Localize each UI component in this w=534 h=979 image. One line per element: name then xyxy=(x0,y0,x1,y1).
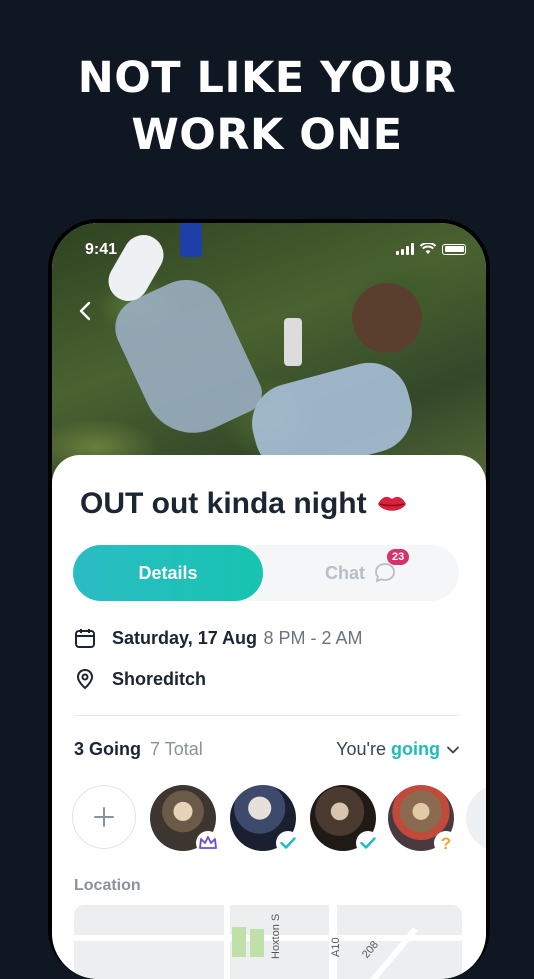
question-icon: ? xyxy=(434,831,458,855)
signal-icon xyxy=(396,243,414,255)
chat-bubble-icon: 23 xyxy=(373,549,410,585)
map-park xyxy=(232,927,246,957)
location-section-label: Location xyxy=(74,877,141,894)
headline-line-1: NOT LIKE YOUR xyxy=(77,53,457,103)
attendee-avatar[interactable] xyxy=(150,785,220,855)
location-pin-icon xyxy=(76,668,94,690)
map-street-label: Hoxton S xyxy=(270,913,282,959)
status-bar: 9:41 xyxy=(52,223,486,273)
event-title: OUT out kinda night xyxy=(80,487,407,521)
check-icon xyxy=(356,831,380,855)
headline: NOT LIKE YOUR WORK ONE xyxy=(0,50,534,164)
tab-chat[interactable]: Chat 23 xyxy=(263,545,459,601)
attendee-list: ? xyxy=(72,785,486,855)
crown-icon xyxy=(196,831,220,855)
event-time-range: 8 PM - 2 AM xyxy=(263,627,363,648)
event-location-row[interactable]: Shoreditch xyxy=(74,668,206,690)
tab-chat-label: Chat xyxy=(325,562,365,583)
tab-details[interactable]: Details xyxy=(73,545,263,601)
event-details-card: OUT out kinda night Details Chat 23 Satu… xyxy=(52,455,486,979)
attendee-avatar[interactable]: ? xyxy=(388,785,458,855)
going-count: 3 Going xyxy=(74,739,141,759)
event-location-name: Shoreditch xyxy=(112,668,207,689)
map-road xyxy=(224,905,230,979)
status-icons xyxy=(396,243,466,255)
attendance-summary: 3 Going 7 Total xyxy=(74,739,203,760)
headline-line-2: WORK ONE xyxy=(131,110,403,160)
location-map[interactable]: Hoxton S A10 208 xyxy=(74,905,462,979)
event-date: Saturday, 17 Aug xyxy=(112,627,258,648)
status-time: 9:41 xyxy=(85,241,118,258)
map-street-label: A10 xyxy=(330,937,342,957)
back-chevron-icon[interactable] xyxy=(74,299,98,323)
lips-icon xyxy=(377,496,406,511)
total-count: 7 Total xyxy=(150,739,203,759)
phone-screen: 9:41 OUT out kinda night Details Chat 23… xyxy=(52,223,486,979)
tab-bar: Details Chat 23 xyxy=(73,545,459,601)
event-title-text: OUT out kinda night xyxy=(80,487,367,520)
phone-frame: 9:41 OUT out kinda night Details Chat 23… xyxy=(48,219,490,979)
attendee-avatar[interactable] xyxy=(310,785,380,855)
rsvp-prefix: You're xyxy=(336,739,386,759)
map-park xyxy=(250,929,264,957)
battery-icon xyxy=(442,243,466,255)
divider xyxy=(74,715,460,716)
plus-icon xyxy=(94,807,114,827)
calendar-icon xyxy=(75,629,95,648)
attendee-avatar-partial[interactable] xyxy=(466,785,486,851)
add-attendee-button[interactable] xyxy=(72,785,136,849)
photo-figure xyxy=(352,283,422,353)
wifi-icon xyxy=(420,243,436,254)
attendee-avatar[interactable] xyxy=(230,785,300,855)
check-icon xyxy=(276,831,300,855)
event-date-row: Saturday, 17 Aug 8 PM - 2 AM xyxy=(74,627,363,649)
chat-unread-badge: 23 xyxy=(387,549,410,565)
chevron-down-icon xyxy=(447,746,459,754)
photo-can xyxy=(284,318,302,366)
rsvp-dropdown[interactable]: You're going xyxy=(336,739,460,760)
rsvp-status: going xyxy=(391,739,440,759)
